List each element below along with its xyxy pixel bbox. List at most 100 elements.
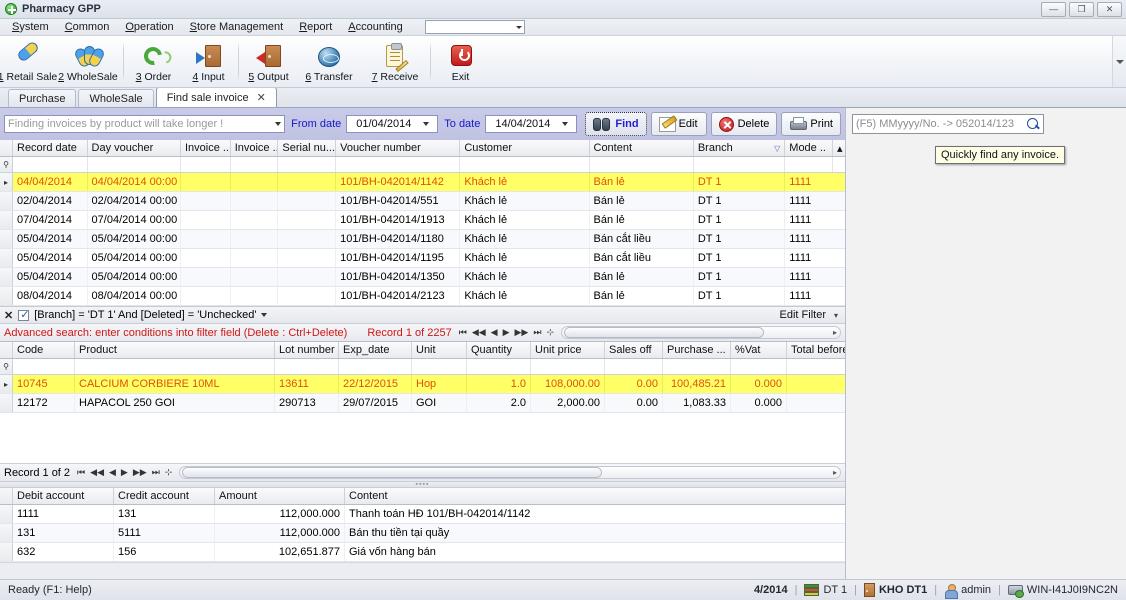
menu-item-store-management[interactable]: Store Management (182, 20, 292, 34)
detail-nav-add-button[interactable]: ⊹ (164, 467, 174, 478)
toolbar-button-output[interactable]: 5 Output (241, 36, 296, 87)
toolbar-button-retail-sale[interactable]: 1 Retail Sale (0, 36, 57, 87)
table-row[interactable]: 07/04/2014 07/04/2014 00:00 101/BH-042014/… (0, 211, 845, 230)
detail-grid[interactable]: Code Product Lot number Exp_date Unit Qu… (0, 341, 845, 463)
col-mode[interactable]: Mode .. (785, 140, 834, 156)
horizontal-splitter[interactable]: ▪▪▪▪ (0, 481, 845, 488)
to-date-input[interactable]: 14/04/2014 (485, 115, 578, 133)
filter-customer[interactable] (460, 157, 590, 172)
vertical-scrollbar-thumb[interactable] (833, 157, 845, 172)
nav-next-page-button[interactable]: ▶▶ (514, 327, 530, 338)
table-row[interactable]: 05/04/2014 05/04/2014 00:00 101/BH-042014/… (0, 230, 845, 249)
chevron-down-icon[interactable] (422, 122, 429, 126)
menu-item-report[interactable]: Report (291, 20, 340, 34)
filter-mode[interactable] (785, 157, 834, 172)
minimize-button[interactable]: — (1041, 2, 1066, 17)
toolbar-button-wholesale[interactable]: 2 WholeSale (55, 36, 121, 87)
detail-filter-lot-number[interactable] (275, 359, 339, 374)
col-product[interactable]: Product (75, 342, 275, 358)
table-row[interactable]: 02/04/2014 02/04/2014 00:00 101/BH-042014/… (0, 192, 845, 211)
nav-prev-page-button[interactable]: ◀◀ (471, 327, 487, 338)
nav-next-button[interactable]: ▶ (502, 327, 511, 338)
detail-grid-filter-row[interactable]: ⚲ (0, 359, 845, 375)
table-row[interactable]: 08/04/2014 08/04/2014 00:00 101/BH-042014/… (0, 287, 845, 306)
detail-filter-vat[interactable] (731, 359, 787, 374)
col-voucher-number[interactable]: Voucher number (336, 140, 461, 156)
nav-first-button[interactable]: ⏮ (458, 327, 468, 338)
menu-combo[interactable] (424, 20, 525, 34)
detail-nav-prev-button[interactable]: ◀ (108, 467, 117, 478)
tab-wholesale[interactable]: WholeSale (78, 89, 154, 107)
menu-item-accounting[interactable]: Accounting (340, 20, 410, 34)
toolbar-overflow-button[interactable] (1112, 36, 1126, 87)
col-branch[interactable]: Branch ▽ (694, 140, 786, 156)
col-sales-off[interactable]: Sales off (605, 342, 663, 358)
clear-filter-icon[interactable]: ✕ (4, 309, 13, 322)
nav-add-button[interactable]: ⊹ (545, 327, 555, 338)
table-row[interactable]: ▸ 10745 CALCIUM CORBIERE 10ML 13611 22/12/20… (0, 375, 845, 394)
toolbar-button-receive[interactable]: 7 Receive (362, 36, 428, 87)
scrollbar-thumb[interactable] (564, 327, 764, 338)
detail-filter-product[interactable] (75, 359, 275, 374)
filter-invoice-b[interactable] (231, 157, 279, 172)
detail-nav-last-button[interactable]: ⏭ (151, 467, 161, 478)
toolbar-button-order[interactable]: 3 Order (126, 36, 181, 87)
table-row[interactable]: 12172 HAPACOL 250 GOI 290713 29/07/2015 GOI 2… (0, 394, 845, 413)
detail-filter-exp-date[interactable] (339, 359, 412, 374)
col-content[interactable]: Content (590, 140, 694, 156)
table-row[interactable]: 632 156 102,651.877 Giá vốn hàng bán (0, 543, 845, 562)
col-exp-date[interactable]: Exp_date (339, 342, 412, 358)
table-row[interactable]: 131 5111 112,000.000 Bán thu tiền tại quầy (0, 524, 845, 543)
filter-invoice-a[interactable] (181, 157, 231, 172)
detail-filter-quantity[interactable] (467, 359, 531, 374)
table-row[interactable]: 1111 131 112,000.000 Thanh toán HĐ 101/BH-0… (0, 505, 845, 524)
master-grid[interactable]: Record date Day voucher Invoice ... Invo… (0, 140, 845, 306)
nav-last-button[interactable]: ⏭ (532, 327, 542, 338)
menu-item-common[interactable]: Common (57, 20, 118, 34)
col-total-before[interactable]: Total before (787, 342, 845, 358)
status-warehouse-item[interactable]: KHO DT1 (863, 583, 927, 597)
grid-scroll-up-arrow[interactable]: ▴ (833, 140, 845, 156)
detail-filter-purchase[interactable] (663, 359, 731, 374)
close-button[interactable]: ✕ (1097, 2, 1122, 17)
col-customer[interactable]: Customer (460, 140, 590, 156)
detail-filter-total-before[interactable] (787, 359, 845, 374)
col-unit-price[interactable]: Unit price (531, 342, 605, 358)
col-vat[interactable]: %Vat (731, 342, 787, 358)
detail-scrollbar-thumb[interactable] (182, 467, 603, 478)
find-button[interactable]: Find (585, 112, 647, 136)
filter-branch[interactable] (694, 157, 786, 172)
tab-purchase[interactable]: Purchase (8, 89, 77, 107)
toolbar-button-exit[interactable]: Exit (433, 36, 488, 87)
col-quantity[interactable]: Quantity (467, 342, 531, 358)
detail-filter-unit-price[interactable] (531, 359, 605, 374)
filter-day-voucher[interactable] (88, 157, 181, 172)
status-user-item[interactable]: admin (944, 583, 991, 599)
print-button[interactable]: Print (781, 112, 841, 136)
col-serial-number[interactable]: Serial nu... (278, 140, 337, 156)
col-unit[interactable]: Unit (412, 342, 467, 358)
detail-filter-unit[interactable] (412, 359, 467, 374)
from-date-input[interactable]: 01/04/2014 (346, 115, 439, 133)
delete-button[interactable]: Delete (710, 112, 778, 136)
filter-record-date[interactable] (13, 157, 88, 172)
sort-filter-icon[interactable]: ▽ (774, 144, 780, 153)
table-row[interactable]: 05/04/2014 05/04/2014 00:00 101/BH-042014/… (0, 268, 845, 287)
nav-prev-button[interactable]: ◀ (490, 327, 499, 338)
col-credit-account[interactable]: Credit account (114, 488, 215, 504)
magnifier-icon[interactable] (1027, 117, 1040, 131)
col-purchase[interactable]: Purchase ... (663, 342, 731, 358)
filter-serial-number[interactable] (278, 157, 337, 172)
col-acct-content[interactable]: Content (345, 488, 826, 504)
menu-item-system[interactable]: System (4, 20, 57, 34)
tab-find-sale-invoice[interactable]: Find sale invoice ✕ (155, 87, 277, 107)
filter-panel-chevron-icon[interactable]: ▾ (831, 311, 841, 320)
filter-enabled-checkbox[interactable] (18, 308, 29, 321)
accounting-grid[interactable]: Debit account Credit account Amount Cont… (0, 488, 845, 562)
edit-filter-link[interactable]: Edit Filter (780, 309, 826, 321)
col-invoice-b[interactable]: Invoice ... (231, 140, 279, 156)
product-filter-input[interactable]: Finding invoices by product will take lo… (4, 115, 286, 133)
detail-nav-next-page-button[interactable]: ▶▶ (132, 467, 148, 478)
close-icon[interactable]: ✕ (257, 91, 266, 104)
detail-horizontal-scrollbar[interactable]: ▸ (179, 466, 841, 479)
